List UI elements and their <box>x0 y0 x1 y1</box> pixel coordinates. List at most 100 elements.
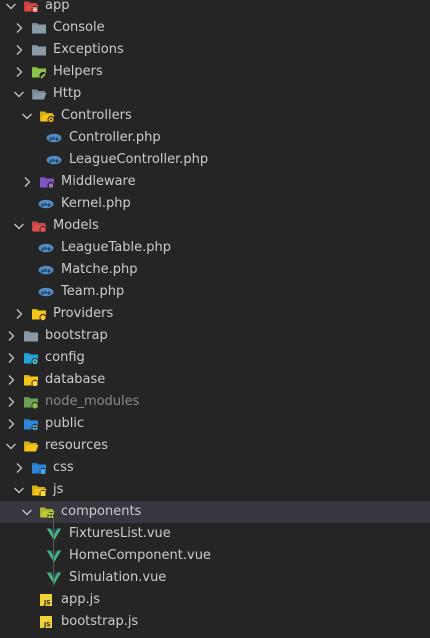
svg-text:php: php <box>41 202 52 208</box>
tree-folder-item[interactable]: Controllers <box>0 105 430 127</box>
tree-folder-item[interactable]: Helpers <box>0 61 430 83</box>
folder-open-icon <box>23 438 39 454</box>
chevron-right-icon[interactable] <box>3 347 19 369</box>
tree-file-item[interactable]: JS app.js <box>0 589 430 611</box>
models-folder-icon <box>31 218 47 234</box>
tree-folder-item[interactable]: components <box>0 501 430 523</box>
tree-item-label: Simulation.vue <box>69 570 167 585</box>
chevron-right-icon[interactable] <box>3 391 19 413</box>
svg-text:php: php <box>49 136 60 142</box>
php-file-icon: php <box>38 196 54 212</box>
js-folder-open-icon <box>31 482 47 498</box>
database-folder-icon <box>23 372 39 388</box>
svg-text:JS: JS <box>43 622 51 629</box>
tree-folder-item[interactable]: Middleware <box>0 171 430 193</box>
chevron-down-icon[interactable] <box>11 215 27 237</box>
tree-folder-item[interactable]: public <box>0 413 430 435</box>
chevron-right-icon[interactable] <box>3 325 19 347</box>
tree-file-item[interactable]: JS bootstrap.js <box>0 611 430 633</box>
php-file-icon: php <box>38 284 54 300</box>
folder-icon <box>23 328 39 344</box>
tree-folder-item[interactable]: Exceptions <box>0 39 430 61</box>
chevron-right-icon[interactable] <box>11 17 27 39</box>
public-folder-icon <box>23 416 39 432</box>
tree-item-label: app.js <box>61 592 100 607</box>
tree-file-item[interactable]: php Kernel.php <box>0 193 430 215</box>
tree-item-label: LeagueTable.php <box>61 240 171 255</box>
chevron-right-icon[interactable] <box>11 39 27 61</box>
tree-item-label: Controllers <box>61 108 132 123</box>
tree-folder-item[interactable]: Http <box>0 83 430 105</box>
tree-item-label: public <box>45 416 85 431</box>
chevron-right-icon[interactable] <box>3 413 19 435</box>
css-folder-icon <box>31 460 47 476</box>
tree-file-item[interactable]: HomeComponent.vue <box>0 545 430 567</box>
chevron-right-icon[interactable] <box>19 171 35 193</box>
chevron-down-icon[interactable] <box>19 105 35 127</box>
chevron-right-icon[interactable] <box>11 457 27 479</box>
tree-item-label: FixturesList.vue <box>69 526 171 541</box>
tree-folder-item[interactable]: node_modules <box>0 391 430 413</box>
tree-folder-item[interactable]: Providers <box>0 303 430 325</box>
tree-item-label: HomeComponent.vue <box>69 548 211 563</box>
js-file-icon: JS <box>38 592 54 608</box>
tree-file-item[interactable]: php LeagueTable.php <box>0 237 430 259</box>
helpers-folder-icon <box>31 64 47 80</box>
tree-file-item[interactable]: FixturesList.vue <box>0 523 430 545</box>
tree-item-label: Console <box>53 20 105 35</box>
tree-item-label: Exceptions <box>53 42 124 57</box>
app-folder-icon <box>23 0 39 14</box>
php-file-icon: php <box>46 152 62 168</box>
tree-folder-item[interactable]: bootstrap <box>0 325 430 347</box>
tree-file-item[interactable]: php Team.php <box>0 281 430 303</box>
svg-text:JS: JS <box>43 600 51 607</box>
chevron-down-icon[interactable] <box>3 435 19 457</box>
folder-icon <box>31 42 47 58</box>
tree-folder-item[interactable]: config <box>0 347 430 369</box>
tree-item-label: database <box>45 372 106 387</box>
tree-folder-item[interactable]: app <box>0 0 430 17</box>
node-modules-folder-icon <box>23 394 39 410</box>
tree-folder-item[interactable]: Models <box>0 215 430 237</box>
tree-item-label: Models <box>53 218 99 233</box>
tree-item-label: components <box>61 504 142 519</box>
chevron-right-icon[interactable] <box>11 303 27 325</box>
tree-item-label: Helpers <box>53 64 103 79</box>
tree-item-label: app <box>45 0 70 13</box>
tree-item-label: css <box>53 460 74 475</box>
vue-file-icon <box>46 526 62 542</box>
tree-item-label: bootstrap.js <box>61 614 139 629</box>
chevron-down-icon[interactable] <box>3 0 19 17</box>
tree-item-label: Matche.php <box>61 262 138 277</box>
tree-folder-item[interactable]: Console <box>0 17 430 39</box>
tree-item-label: Middleware <box>61 174 136 189</box>
tree-item-label: node_modules <box>45 394 140 409</box>
chevron-right-icon[interactable] <box>11 61 27 83</box>
vue-file-icon <box>46 548 62 564</box>
vue-file-icon <box>46 570 62 586</box>
folder-open-icon <box>31 86 47 102</box>
tree-folder-item[interactable]: js <box>0 479 430 501</box>
config-folder-icon <box>23 350 39 366</box>
chevron-right-icon[interactable] <box>3 369 19 391</box>
indent-guide <box>53 516 54 586</box>
tree-item-label: js <box>53 482 64 497</box>
tree-folder-item[interactable]: database <box>0 369 430 391</box>
tree-item-label: bootstrap <box>45 328 108 343</box>
tree-folder-item[interactable]: css <box>0 457 430 479</box>
tree-file-item[interactable]: php Controller.php <box>0 127 430 149</box>
tree-item-label: Controller.php <box>69 130 161 145</box>
php-file-icon: php <box>38 262 54 278</box>
folder-icon <box>31 20 47 36</box>
tree-file-item[interactable]: php Matche.php <box>0 259 430 281</box>
providers-folder-icon <box>31 306 47 322</box>
middleware-folder-icon <box>39 174 55 190</box>
svg-text:php: php <box>41 246 52 252</box>
chevron-down-icon[interactable] <box>19 501 35 523</box>
tree-folder-item[interactable]: resources <box>0 435 430 457</box>
chevron-down-icon[interactable] <box>11 83 27 105</box>
chevron-down-icon[interactable] <box>11 479 27 501</box>
tree-file-item[interactable]: Simulation.vue <box>0 567 430 589</box>
svg-text:php: php <box>41 290 52 296</box>
tree-file-item[interactable]: php LeagueController.php <box>0 149 430 171</box>
